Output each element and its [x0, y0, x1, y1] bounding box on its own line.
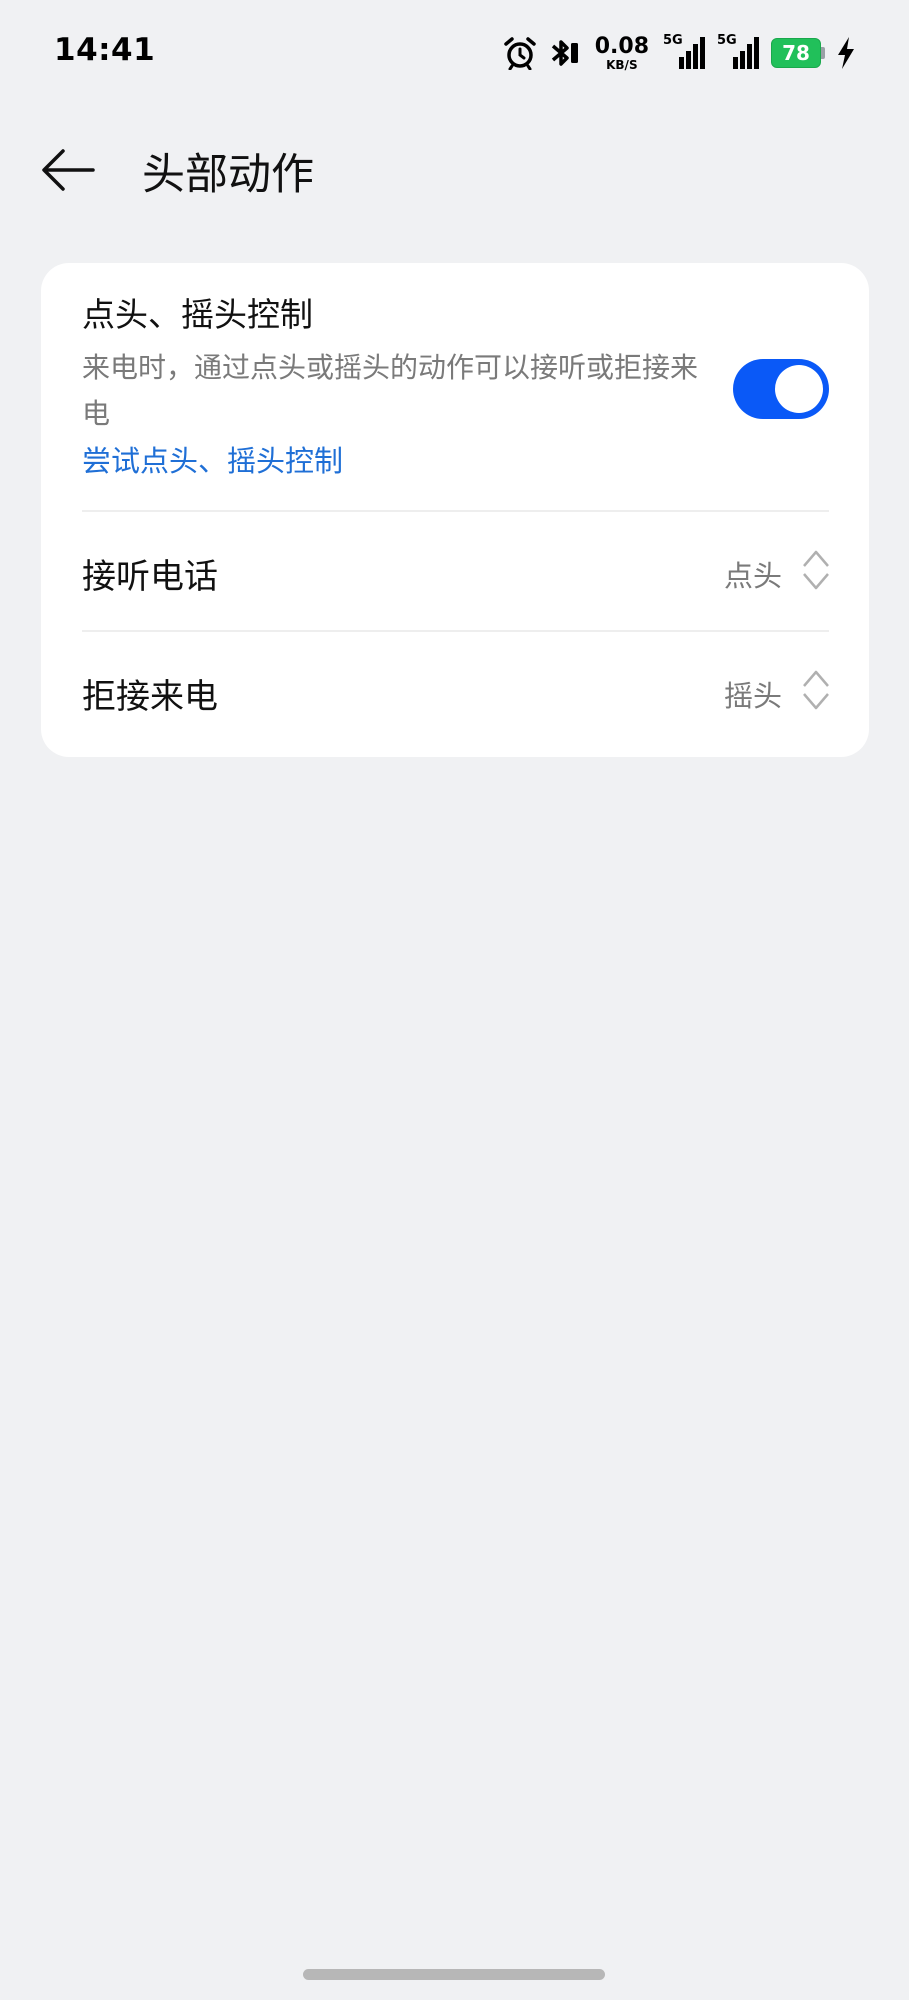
alarm-icon [503, 36, 537, 70]
signal-icon: 5G [663, 33, 707, 71]
header: 头部动作 [0, 110, 909, 228]
answer-call-value: 点头 [723, 559, 782, 593]
reject-call-label: 拒接来电 [82, 677, 218, 717]
head-control-toggle[interactable] [733, 359, 829, 419]
divider [82, 510, 829, 512]
toggle-knob [775, 365, 823, 413]
head-control-title: 点头、摇头控制 [82, 295, 313, 334]
chevron-up-down-icon [803, 550, 829, 590]
back-button[interactable] [36, 138, 100, 202]
network-speed-value: 0.08 [594, 33, 649, 59]
answer-call-row[interactable]: 接听电话 点头 [82, 513, 830, 631]
answer-call-label: 接听电话 [82, 557, 218, 597]
battery-icon: 78 [771, 38, 825, 68]
network-speed: 0.08 KB/S [594, 33, 649, 72]
status-time: 14:41 [54, 32, 156, 68]
reject-call-value: 摇头 [723, 679, 782, 713]
head-control-description: 来电时，通过点头或摇头的动作可以接听或拒接来电 [82, 351, 699, 430]
bluetooth-icon [547, 36, 581, 70]
status-bar: 14:41 0.08 KB/S 5G 5G 78 [0, 0, 909, 106]
signal-icon-2: 5G [717, 33, 761, 71]
arrow-left-icon [42, 149, 95, 191]
status-icons: 0.08 KB/S 5G 5G 78 [503, 30, 857, 76]
battery-level: 78 [771, 38, 822, 68]
home-indicator[interactable] [303, 1969, 605, 1980]
network-speed-unit: KB/S [606, 57, 638, 72]
head-control-row[interactable]: 点头、摇头控制 来电时，通过点头或摇头的动作可以接听或拒接来电 尝试点头、摇头控… [82, 293, 830, 483]
chevron-up-down-icon [803, 670, 829, 710]
page-title: 头部动作 [142, 150, 314, 200]
charging-bolt-icon [835, 36, 857, 70]
divider [82, 630, 829, 632]
battery-cap [821, 47, 825, 59]
reject-call-row[interactable]: 拒接来电 摇头 [82, 633, 830, 751]
settings-card: 点头、摇头控制 来电时，通过点头或摇头的动作可以接听或拒接来电 尝试点头、摇头控… [41, 263, 869, 757]
try-head-control-link[interactable]: 尝试点头、摇头控制 [82, 439, 830, 483]
